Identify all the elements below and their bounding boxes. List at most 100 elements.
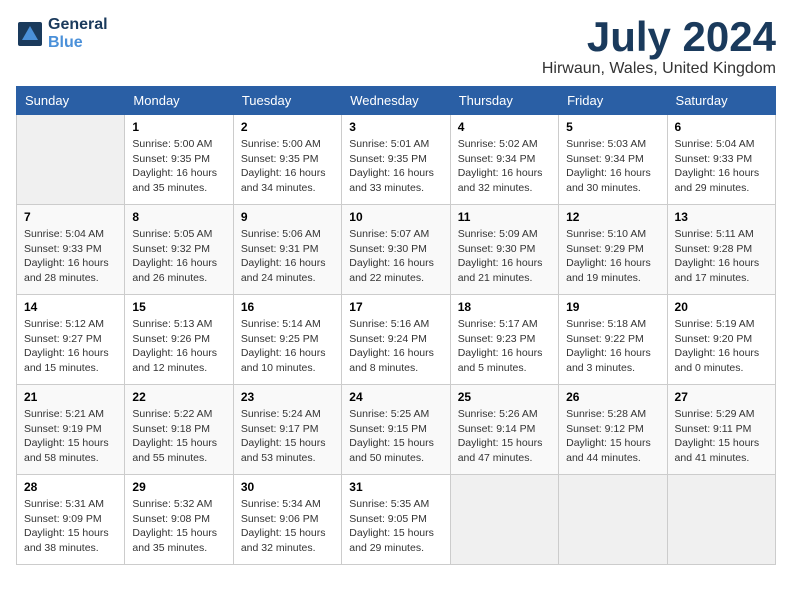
calendar-cell [17,115,125,205]
cell-content: Sunrise: 5:04 AM Sunset: 9:33 PM Dayligh… [675,137,768,196]
date-number: 4 [458,120,551,134]
date-number: 5 [566,120,659,134]
cell-content: Sunrise: 5:32 AM Sunset: 9:08 PM Dayligh… [132,497,225,556]
cell-content: Sunrise: 5:14 AM Sunset: 9:25 PM Dayligh… [241,317,334,376]
day-header-wednesday: Wednesday [342,87,450,115]
cell-content: Sunrise: 5:17 AM Sunset: 9:23 PM Dayligh… [458,317,551,376]
cell-content: Sunrise: 5:29 AM Sunset: 9:11 PM Dayligh… [675,407,768,466]
day-header-friday: Friday [559,87,667,115]
week-row-1: 1 Sunrise: 5:00 AM Sunset: 9:35 PM Daylig… [17,115,776,205]
calendar-cell: 29 Sunrise: 5:32 AM Sunset: 9:08 PM Dayli… [125,475,233,565]
date-number: 18 [458,300,551,314]
cell-content: Sunrise: 5:00 AM Sunset: 9:35 PM Dayligh… [241,137,334,196]
date-number: 28 [24,480,117,494]
date-number: 27 [675,390,768,404]
calendar-cell: 26 Sunrise: 5:28 AM Sunset: 9:12 PM Dayli… [559,385,667,475]
day-header-tuesday: Tuesday [233,87,341,115]
date-number: 19 [566,300,659,314]
date-number: 17 [349,300,442,314]
date-number: 1 [132,120,225,134]
calendar-cell: 15 Sunrise: 5:13 AM Sunset: 9:26 PM Dayli… [125,295,233,385]
date-number: 13 [675,210,768,224]
logo-text: General Blue [48,16,108,52]
date-number: 22 [132,390,225,404]
cell-content: Sunrise: 5:16 AM Sunset: 9:24 PM Dayligh… [349,317,442,376]
date-number: 14 [24,300,117,314]
page-header: General Blue July 2024 Hirwaun, Wales, U… [16,16,776,78]
cell-content: Sunrise: 5:26 AM Sunset: 9:14 PM Dayligh… [458,407,551,466]
date-number: 29 [132,480,225,494]
cell-content: Sunrise: 5:31 AM Sunset: 9:09 PM Dayligh… [24,497,117,556]
calendar-cell: 13Sunrise: 5:11 AM Sunset: 9:28 PM Dayli… [667,205,775,295]
calendar-cell: 31 Sunrise: 5:35 AM Sunset: 9:05 PM Dayli… [342,475,450,565]
calendar-cell: 8Sunrise: 5:05 AM Sunset: 9:32 PM Daylig… [125,205,233,295]
date-number: 23 [241,390,334,404]
calendar-cell: 9 Sunrise: 5:06 AM Sunset: 9:31 PM Daylig… [233,205,341,295]
calendar-cell: 18 Sunrise: 5:17 AM Sunset: 9:23 PM Dayli… [450,295,558,385]
cell-content: Sunrise: 5:09 AM Sunset: 9:30 PM Dayligh… [458,227,551,286]
cell-content: Sunrise: 5:21 AM Sunset: 9:19 PM Dayligh… [24,407,117,466]
calendar-cell: 7Sunrise: 5:04 AM Sunset: 9:33 PM Daylig… [17,205,125,295]
logo-icon [16,20,44,48]
calendar-cell: 28 Sunrise: 5:31 AM Sunset: 9:09 PM Dayli… [17,475,125,565]
date-number: 9 [241,210,334,224]
calendar-cell [559,475,667,565]
cell-content: Sunrise: 5:18 AM Sunset: 9:22 PM Dayligh… [566,317,659,376]
calendar-cell: 3Sunrise: 5:01 AM Sunset: 9:35 PM Daylig… [342,115,450,205]
calendar-cell: 22 Sunrise: 5:22 AM Sunset: 9:18 PM Dayli… [125,385,233,475]
date-number: 7 [24,210,117,224]
calendar-cell: 27 Sunrise: 5:29 AM Sunset: 9:11 PM Dayli… [667,385,775,475]
header-row: SundayMondayTuesdayWednesdayThursdayFrid… [17,87,776,115]
calendar-cell: 4 Sunrise: 5:02 AM Sunset: 9:34 PM Daylig… [450,115,558,205]
date-number: 12 [566,210,659,224]
cell-content: Sunrise: 5:03 AM Sunset: 9:34 PM Dayligh… [566,137,659,196]
calendar-cell: 1 Sunrise: 5:00 AM Sunset: 9:35 PM Daylig… [125,115,233,205]
week-row-2: 7Sunrise: 5:04 AM Sunset: 9:33 PM Daylig… [17,205,776,295]
calendar-cell: 12 Sunrise: 5:10 AM Sunset: 9:29 PM Dayli… [559,205,667,295]
cell-content: Sunrise: 5:24 AM Sunset: 9:17 PM Dayligh… [241,407,334,466]
date-number: 31 [349,480,442,494]
cell-content: Sunrise: 5:35 AM Sunset: 9:05 PM Dayligh… [349,497,442,556]
calendar-cell: 2 Sunrise: 5:00 AM Sunset: 9:35 PM Daylig… [233,115,341,205]
date-number: 6 [675,120,768,134]
day-header-sunday: Sunday [17,87,125,115]
title-section: July 2024 Hirwaun, Wales, United Kingdom [542,16,776,78]
calendar-cell: 25 Sunrise: 5:26 AM Sunset: 9:14 PM Dayli… [450,385,558,475]
logo: General Blue [16,16,108,52]
calendar-cell: 5 Sunrise: 5:03 AM Sunset: 9:34 PM Daylig… [559,115,667,205]
day-header-thursday: Thursday [450,87,558,115]
calendar-cell [450,475,558,565]
calendar-cell: 19 Sunrise: 5:18 AM Sunset: 9:22 PM Dayli… [559,295,667,385]
cell-content: Sunrise: 5:13 AM Sunset: 9:26 PM Dayligh… [132,317,225,376]
calendar-cell: 6 Sunrise: 5:04 AM Sunset: 9:33 PM Daylig… [667,115,775,205]
calendar-cell: 10 Sunrise: 5:07 AM Sunset: 9:30 PM Dayli… [342,205,450,295]
cell-content: Sunrise: 5:34 AM Sunset: 9:06 PM Dayligh… [241,497,334,556]
date-number: 24 [349,390,442,404]
cell-content: Sunrise: 5:19 AM Sunset: 9:20 PM Dayligh… [675,317,768,376]
date-number: 16 [241,300,334,314]
calendar-cell: 30Sunrise: 5:34 AM Sunset: 9:06 PM Dayli… [233,475,341,565]
date-number: 25 [458,390,551,404]
cell-content: Sunrise: 5:25 AM Sunset: 9:15 PM Dayligh… [349,407,442,466]
cell-content: Sunrise: 5:10 AM Sunset: 9:29 PM Dayligh… [566,227,659,286]
cell-content: Sunrise: 5:02 AM Sunset: 9:34 PM Dayligh… [458,137,551,196]
date-number: 26 [566,390,659,404]
date-number: 15 [132,300,225,314]
calendar-cell: 20Sunrise: 5:19 AM Sunset: 9:20 PM Dayli… [667,295,775,385]
calendar-cell: 14Sunrise: 5:12 AM Sunset: 9:27 PM Dayli… [17,295,125,385]
calendar-cell: 24 Sunrise: 5:25 AM Sunset: 9:15 PM Dayli… [342,385,450,475]
date-number: 8 [132,210,225,224]
cell-content: Sunrise: 5:00 AM Sunset: 9:35 PM Dayligh… [132,137,225,196]
calendar-cell [667,475,775,565]
date-number: 2 [241,120,334,134]
cell-content: Sunrise: 5:06 AM Sunset: 9:31 PM Dayligh… [241,227,334,286]
cell-content: Sunrise: 5:07 AM Sunset: 9:30 PM Dayligh… [349,227,442,286]
cell-content: Sunrise: 5:28 AM Sunset: 9:12 PM Dayligh… [566,407,659,466]
calendar-cell: 17 Sunrise: 5:16 AM Sunset: 9:24 PM Dayli… [342,295,450,385]
calendar-table: SundayMondayTuesdayWednesdayThursdayFrid… [16,86,776,565]
day-header-saturday: Saturday [667,87,775,115]
date-number: 10 [349,210,442,224]
calendar-cell: 16 Sunrise: 5:14 AM Sunset: 9:25 PM Dayli… [233,295,341,385]
cell-content: Sunrise: 5:01 AM Sunset: 9:35 PM Dayligh… [349,137,442,196]
cell-content: Sunrise: 5:22 AM Sunset: 9:18 PM Dayligh… [132,407,225,466]
